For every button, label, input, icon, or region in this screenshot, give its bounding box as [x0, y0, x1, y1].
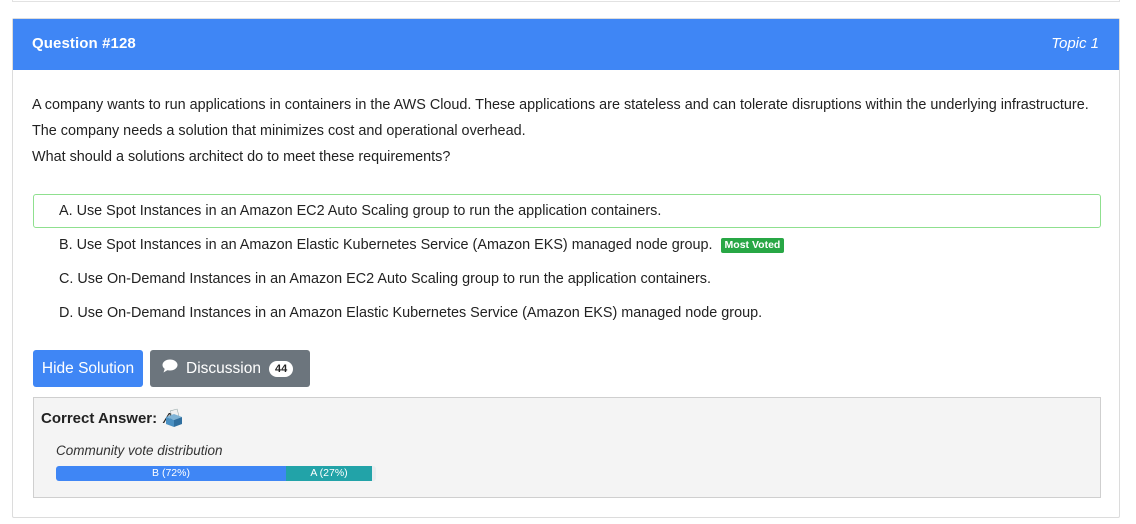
- vote-distribution-title: Community vote distribution: [56, 443, 223, 458]
- choice-b[interactable]: B. Use Spot Instances in an Amazon Elast…: [33, 228, 1101, 262]
- previous-card-edge: [12, 0, 1120, 2]
- choice-d-label: D. Use On-Demand Instances in an Amazon …: [59, 305, 763, 321]
- speech-bubble-icon: [162, 350, 178, 387]
- question-body: A company wants to run applications in c…: [32, 92, 1112, 170]
- correct-answer-title: Correct Answer:: [41, 410, 158, 427]
- vote-segment-b: B (72%): [56, 466, 286, 481]
- hide-solution-button[interactable]: Hide Solution: [33, 350, 143, 387]
- question-text-line: A company wants to run applications in c…: [32, 97, 1089, 113]
- vote-segment-a: A (27%): [286, 466, 372, 481]
- choice-c-label: C. Use On-Demand Instances in an Amazon …: [59, 271, 711, 287]
- choice-d[interactable]: D. Use On-Demand Instances in an Amazon …: [33, 296, 1101, 330]
- question-text-line: The company needs a solution that minimi…: [32, 123, 526, 139]
- question-topic: Topic 1: [1051, 35, 1099, 52]
- question-header: Question #128 Topic 1: [13, 19, 1119, 70]
- vote-distribution-bar: B (72%) A (27%): [56, 466, 376, 481]
- answer-panel: Correct Answer: A Community vote distrib…: [33, 397, 1101, 498]
- question-title: Question #128: [32, 35, 136, 52]
- discussion-label: Discussion: [186, 360, 261, 377]
- discussion-button[interactable]: Discussion 44: [150, 350, 310, 387]
- choice-c[interactable]: C. Use On-Demand Instances in an Amazon …: [33, 262, 1101, 296]
- choice-a-label: A. Use Spot Instances in an Amazon EC2 A…: [59, 203, 662, 219]
- choice-b-label: B. Use Spot Instances in an Amazon Elast…: [59, 237, 713, 253]
- correct-answer-label: Correct Answer: A: [41, 410, 173, 427]
- question-text-line: What should a solutions architect do to …: [32, 149, 451, 165]
- choice-a[interactable]: A. Use Spot Instances in an Amazon EC2 A…: [33, 194, 1101, 228]
- ballot-box-icon: [164, 408, 184, 433]
- most-voted-badge: Most Voted: [720, 238, 785, 253]
- question-card: Question #128 Topic 1 A company wants to…: [12, 18, 1120, 518]
- discussion-count-badge: 44: [268, 361, 294, 377]
